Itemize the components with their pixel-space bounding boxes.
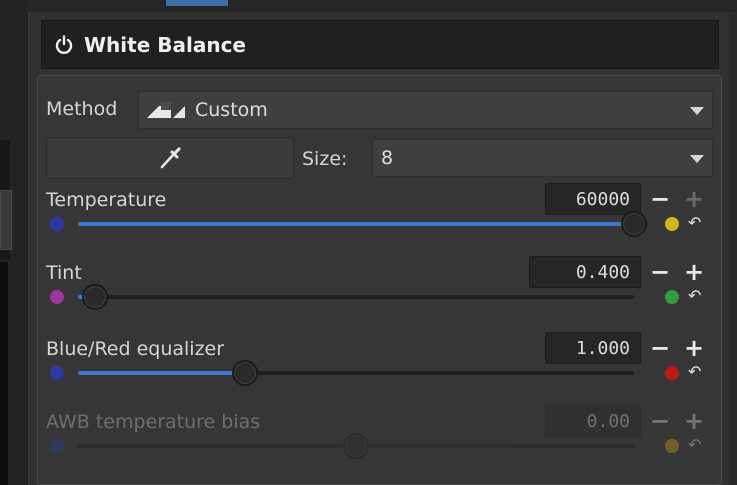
method-combo[interactable]: Custom [138,91,713,129]
slider-track[interactable] [78,371,634,375]
method-value: Custom [195,99,268,121]
value-spinbox[interactable]: 0.400 [529,256,641,288]
undo-icon[interactable]: ↶ [688,286,701,305]
decrement-button[interactable]: − [650,260,670,284]
decrement-button[interactable]: − [650,336,670,360]
slider-end-color-dot [665,439,679,453]
size-label: Size: [302,148,348,170]
slider-label: Temperature [46,189,167,211]
slider-label: Tint [46,262,82,284]
undo-icon[interactable]: ↶ [688,362,701,381]
decrement-button[interactable]: − [650,187,670,211]
slider-fill [78,222,634,226]
value-spinbox[interactable]: 1.000 [545,332,641,364]
tool-container: White Balance Method Custom Size: 8 Temp… [28,12,729,485]
white-balance-header[interactable]: White Balance [41,20,719,69]
value-spinbox[interactable]: 0.00 [545,405,641,437]
panel-title: White Balance [84,32,246,57]
slider-end-color-dot [665,217,679,231]
slider-start-color-dot [50,439,64,453]
undo-icon[interactable]: ↶ [688,435,701,454]
value-spinbox[interactable]: 60000 [545,183,641,215]
power-icon[interactable] [54,34,74,55]
slider-thumb[interactable] [343,433,369,459]
color-picker-icon [160,147,181,169]
decrement-button[interactable]: − [650,409,670,433]
chevron-down-icon [690,107,704,115]
undo-icon[interactable]: ↶ [688,213,701,232]
color-picker-button[interactable] [46,137,294,179]
slider-start-color-dot [50,217,64,231]
active-tab-indicator [166,0,228,6]
slider-end-color-dot [665,366,679,380]
slider-end-color-dot [665,290,679,304]
slider-thumb[interactable] [621,211,647,237]
slider-fill [78,444,356,448]
left-edge-dark [0,262,8,485]
slider-thumb[interactable] [81,284,108,310]
slider-track[interactable] [78,222,634,226]
white-balance-panel: Method Custom Size: 8 Temperature 60000− +… [37,75,722,485]
left-edge [0,0,28,485]
increment-button[interactable]: + [684,260,704,284]
increment-button[interactable]: + [684,336,704,360]
size-value: 8 [381,147,394,169]
slider-label: AWB temperature bias [46,411,261,433]
method-label: Method [46,98,118,120]
slider-start-color-dot [50,366,64,380]
slider-track[interactable] [78,295,634,299]
slider-thumb[interactable] [231,360,258,386]
slider-label: Blue/Red equalizer [46,338,225,360]
top-strip [28,0,737,12]
left-edge-handle[interactable] [0,190,12,250]
slider-start-color-dot [50,290,64,304]
chevron-down-icon [690,155,704,163]
size-combo[interactable]: 8 [372,139,713,177]
increment-button[interactable]: + [684,187,704,211]
white-balance-method-icon [147,102,185,118]
slider-fill [78,371,245,375]
increment-button[interactable]: + [684,409,704,433]
